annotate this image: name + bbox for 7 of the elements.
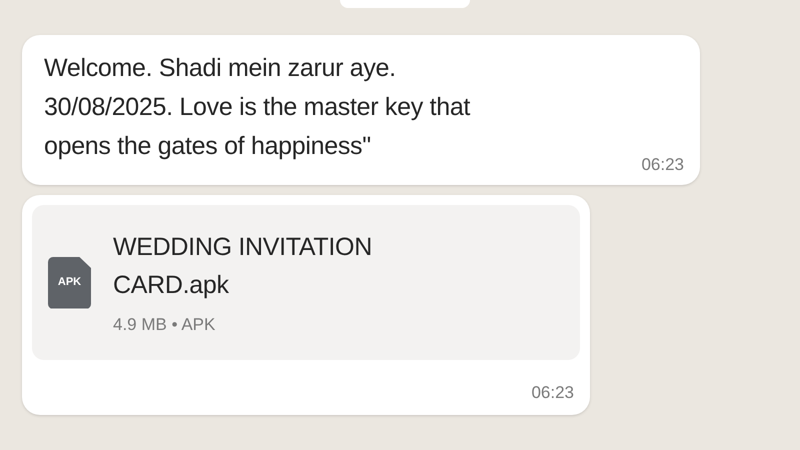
icon-label: APK [58, 275, 82, 290]
file-name: WEDDING INVITATION CARD.apk [113, 232, 372, 301]
message-time: 06:23 [531, 382, 574, 404]
message-time: 06:23 [641, 154, 684, 176]
file-attachment[interactable]: APK WEDDING INVITATION CARD.apk 4.9 MB • APK [32, 205, 580, 360]
file-meta: 4.9 MB • APK [113, 314, 216, 336]
message-text: Welcome. Shadi mein zarur aye. 30/08/2025. Love is the master key that opens the gates of happiness" [44, 53, 470, 162]
